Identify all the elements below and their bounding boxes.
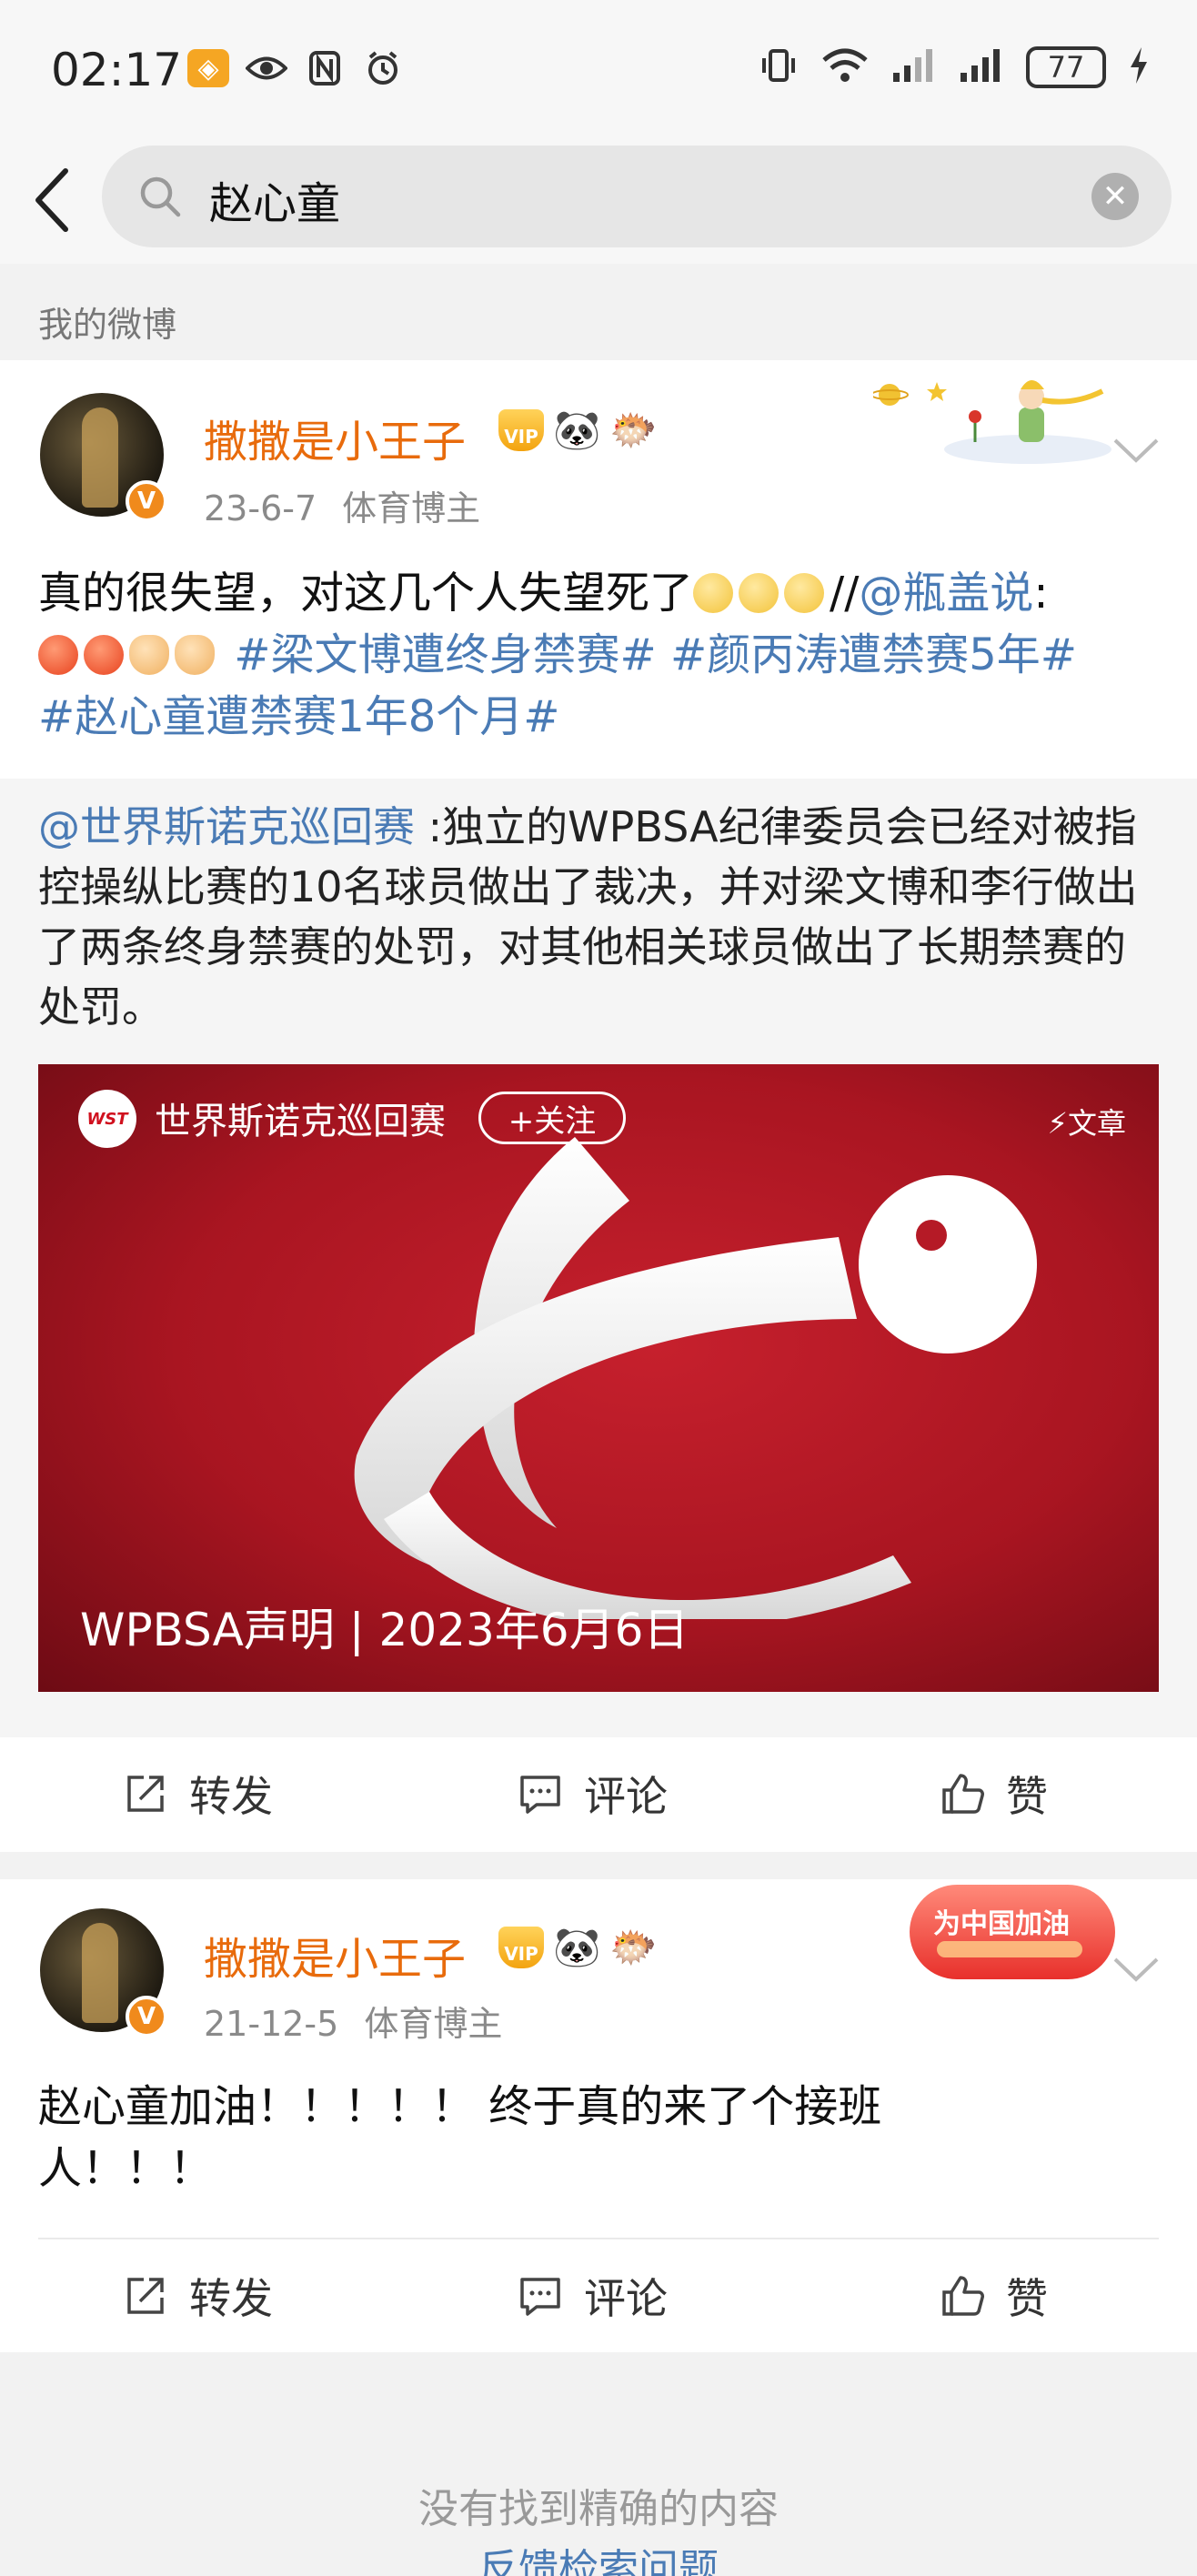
username[interactable]: 撒撒是小王子 bbox=[204, 1923, 466, 1987]
alarm-icon bbox=[362, 49, 404, 87]
like-label: 赞 bbox=[1006, 1772, 1048, 1821]
angry-emoji-icon bbox=[38, 635, 78, 675]
pufferfish-icon: 🐡 bbox=[609, 1925, 658, 1969]
like-label: 赞 bbox=[1006, 2274, 1048, 2323]
repost-label: 转发 bbox=[189, 1772, 273, 1821]
post-meta: 23-6-7 体育博主 bbox=[204, 480, 480, 530]
hashtag-link[interactable]: #梁文博遭终身禁赛# bbox=[234, 629, 656, 680]
search-icon bbox=[140, 176, 181, 217]
avatar-figure bbox=[82, 1923, 118, 2023]
post-date: 21-12-5 bbox=[204, 2004, 339, 2044]
signal-icon-2 bbox=[959, 45, 1004, 89]
charging-icon bbox=[1128, 45, 1150, 89]
repost-author-link[interactable]: @世界斯诺克巡回赛 bbox=[38, 802, 415, 851]
chevron-down-icon[interactable] bbox=[1110, 1943, 1162, 1996]
pufferfish-icon: 🐡 bbox=[609, 408, 658, 452]
post-text-main: 真的很失望，对这几个人失望死了 bbox=[38, 568, 694, 619]
back-arrow-icon bbox=[35, 168, 68, 232]
post-card[interactable]: V 撒撒是小王子 VIP 🐼 🐡 21-12-5 体育博主 为中国加油 赵心童加油… bbox=[0, 1879, 1197, 2352]
vip-icon[interactable]: VIP bbox=[498, 1927, 544, 1968]
decoration-wave bbox=[937, 1941, 1082, 1957]
repost-separator: // bbox=[830, 568, 860, 619]
mention-suffix: : bbox=[1033, 568, 1049, 619]
angry-emoji-icon bbox=[84, 635, 124, 675]
mention-link[interactable]: @瓶盖说 bbox=[859, 568, 1033, 619]
feedback-link[interactable]: 反馈检索问题 bbox=[0, 2536, 1197, 2576]
panda-icon: 🐼 bbox=[553, 1925, 601, 1969]
wst-logo: WST bbox=[78, 1090, 136, 1148]
nfc-icon bbox=[304, 49, 346, 87]
vibrate-icon bbox=[759, 45, 799, 89]
blush-emoji-icon bbox=[739, 573, 780, 613]
search-input[interactable]: 赵心童 ✕ bbox=[102, 146, 1172, 247]
signal-icon-1 bbox=[891, 45, 937, 89]
status-icons-left: ◈ bbox=[187, 49, 404, 87]
post-meta: 21-12-5 体育博主 bbox=[204, 1996, 502, 2046]
repost-button[interactable]: 转发 bbox=[122, 2239, 273, 2352]
app-notification-icon: ◈ bbox=[187, 49, 229, 87]
repost-icon bbox=[127, 1776, 164, 1812]
blush-emoji-icon bbox=[784, 573, 825, 613]
search-query[interactable]: 赵心童 bbox=[209, 167, 340, 231]
comment-icon bbox=[520, 2278, 560, 2316]
action-bar: 转发 评论 赞 bbox=[0, 2239, 1197, 2352]
battery-indicator: 77 bbox=[1026, 46, 1106, 88]
post-source: 体育博主 bbox=[364, 2004, 503, 2044]
thumbs-up-emoji-icon bbox=[129, 635, 169, 675]
china-cheer-decoration: 为中国加油 bbox=[910, 1885, 1115, 1979]
comment-button[interactable]: 评论 bbox=[517, 1737, 668, 1850]
wst-emblem-icon bbox=[354, 1137, 1037, 1619]
hashtag-link[interactable]: #颜丙涛遭禁赛5年# bbox=[670, 629, 1077, 680]
verified-icon: V bbox=[126, 1996, 167, 2038]
comment-icon bbox=[520, 1776, 560, 1814]
like-button[interactable]: 赞 bbox=[939, 1737, 1048, 1850]
repost-label: 转发 bbox=[189, 2274, 273, 2323]
clear-icon[interactable]: ✕ bbox=[1091, 173, 1139, 220]
verified-icon: V bbox=[126, 480, 167, 522]
article-card[interactable]: WST 世界斯诺克巡回赛 +关注 ⚡文章 WPBSA声明 | 2023年6月6日 bbox=[38, 1064, 1159, 1692]
repost-button[interactable]: 转发 bbox=[122, 1737, 273, 1850]
comment-label: 评论 bbox=[584, 1772, 668, 1821]
like-icon bbox=[942, 1774, 984, 1814]
back-button[interactable] bbox=[25, 164, 80, 236]
user-badges: VIP 🐼 🐡 bbox=[498, 408, 658, 453]
section-label: 我的微博 bbox=[38, 305, 177, 345]
panda-icon: 🐼 bbox=[553, 408, 601, 452]
post-text-line2: 人！！！ bbox=[38, 2143, 214, 2194]
wifi-icon bbox=[820, 45, 870, 89]
repost-icon bbox=[127, 2278, 164, 2314]
article-title: WPBSA声明 | 2023年6月6日 bbox=[80, 1604, 689, 1656]
comment-button[interactable]: 评论 bbox=[517, 2239, 668, 2352]
decoration-text: 为中国加油 bbox=[933, 1908, 1070, 1940]
status-time: 02:17 bbox=[51, 44, 183, 96]
post-card[interactable]: V 撒撒是小王子 VIP 🐼 🐡 23-6-7 体育博主 真的很失望，对这几个人失… bbox=[0, 360, 1197, 1852]
hashtag-link[interactable]: #赵心童遭禁赛1年8个月# bbox=[38, 691, 560, 742]
chevron-down-icon[interactable] bbox=[1110, 424, 1162, 477]
thumbs-up-emoji-icon bbox=[175, 635, 215, 675]
repost-text: @世界斯诺克巡回赛 :独立的WPBSA纪律委员会已经对被指控操纵比赛的10名球员… bbox=[38, 797, 1159, 1037]
post-text: 真的很失望，对这几个人失望死了 //@瓶盖说: #梁文博遭终身禁赛# #颜丙涛遭禁… bbox=[38, 562, 1159, 748]
avatar-figure bbox=[82, 408, 118, 508]
post-text-line1: 赵心童加油！！！！！ 终于真的来了个接班 bbox=[38, 2081, 882, 2132]
like-icon bbox=[942, 2276, 984, 2316]
eye-icon bbox=[246, 49, 287, 87]
search-header: 赵心童 ✕ bbox=[0, 136, 1197, 264]
like-button[interactable]: 赞 bbox=[939, 2239, 1048, 2352]
post-date: 23-6-7 bbox=[204, 488, 317, 528]
action-bar: 转发 评论 赞 bbox=[0, 1737, 1197, 1850]
empty-state-message: 没有找到精确的内容 bbox=[418, 2486, 779, 2532]
username[interactable]: 撒撒是小王子 bbox=[204, 406, 466, 469]
reposted-content[interactable]: @世界斯诺克巡回赛 :独立的WPBSA纪律委员会已经对被指控操纵比赛的10名球员… bbox=[0, 779, 1197, 1737]
comment-label: 评论 bbox=[584, 2274, 668, 2323]
status-bar: 02:17 ◈ 77 bbox=[0, 0, 1197, 136]
little-prince-decoration bbox=[873, 380, 1112, 464]
blush-emoji-icon bbox=[693, 573, 734, 613]
post-text: 赵心童加油！！！！！ 终于真的来了个接班 人！！！ bbox=[38, 2076, 1159, 2199]
user-badges: VIP 🐼 🐡 bbox=[498, 1925, 658, 1970]
post-source: 体育博主 bbox=[342, 488, 481, 528]
vip-icon[interactable]: VIP bbox=[498, 409, 544, 451]
status-icons-right: 77 bbox=[759, 45, 1150, 89]
